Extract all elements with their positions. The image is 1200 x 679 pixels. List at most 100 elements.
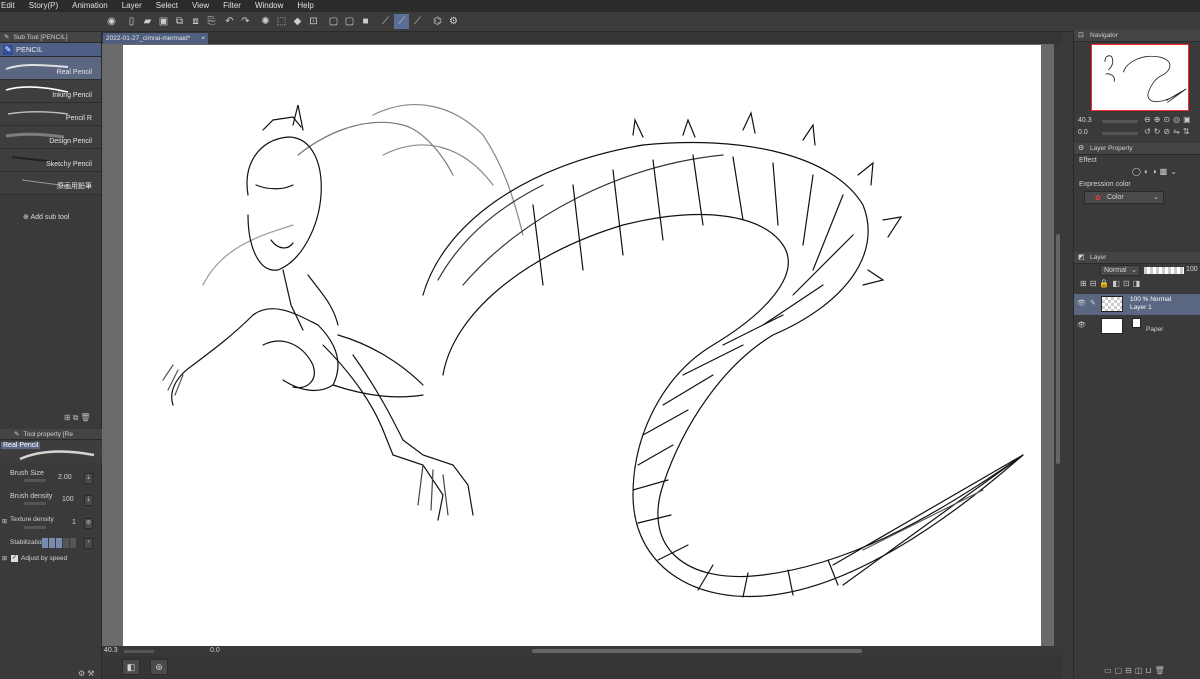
border-effect-icon[interactable]: ◯ bbox=[1132, 167, 1144, 176]
export-icon[interactable]: ⎘ bbox=[204, 14, 219, 29]
settings-icon[interactable]: ⚙ bbox=[446, 14, 461, 29]
reset-rotation-icon[interactable]: ⊘ bbox=[1163, 127, 1173, 136]
fit-icon[interactable]: ⊙ bbox=[1163, 115, 1173, 124]
more-effects-icon[interactable]: ⌄ bbox=[1170, 167, 1180, 176]
layer-row-layer1[interactable]: 👁 ✎ 100 % Normal Layer 1 bbox=[1074, 294, 1200, 315]
brush-item-inking-pencil[interactable]: Inking Pencil bbox=[0, 80, 101, 103]
zoom-value[interactable]: 40.3 bbox=[104, 647, 118, 654]
brush-size-value[interactable]: 2.00 bbox=[58, 474, 72, 481]
actual-size-icon[interactable]: ◎ bbox=[1173, 115, 1183, 124]
redo-icon[interactable]: ↷ bbox=[238, 14, 253, 29]
brush-item-pencil-r[interactable]: Pencil R bbox=[0, 103, 101, 126]
menu-filter[interactable]: Filter bbox=[216, 0, 248, 12]
fill-icon[interactable]: ◆ bbox=[290, 14, 305, 29]
brush-item-animation-pencil[interactable]: 原画用鉛筆 bbox=[0, 172, 101, 195]
zoom-in-icon[interactable]: ⊕ bbox=[1154, 115, 1164, 124]
brush-density-dropdown[interactable]: ⇣ bbox=[84, 495, 93, 506]
merge-icon[interactable]: ⊔ bbox=[1145, 666, 1154, 675]
eye-icon[interactable]: 👁 bbox=[1077, 299, 1086, 307]
lock-icon[interactable]: 🔒 bbox=[1099, 279, 1112, 288]
texture-density-expand[interactable]: ⊞ bbox=[2, 518, 7, 525]
layer-color-icon[interactable]: ◑ bbox=[1152, 167, 1160, 176]
canvas-paper[interactable] bbox=[123, 45, 1041, 646]
eye-icon[interactable]: 👁 bbox=[1077, 321, 1086, 329]
blend-mode-select[interactable]: Normal ⌄ bbox=[1100, 265, 1140, 276]
menu-window[interactable]: Window bbox=[248, 0, 290, 12]
new-mask-icon[interactable]: ◫ bbox=[1135, 666, 1146, 675]
stabilization-next[interactable]: › bbox=[84, 538, 93, 549]
texture-density-slider[interactable] bbox=[24, 526, 46, 529]
rotation-value[interactable]: 0.0 bbox=[210, 647, 220, 654]
nav-rotation-value[interactable]: 0.0 bbox=[1078, 129, 1088, 136]
transform-icon[interactable]: ⊡ bbox=[306, 14, 321, 29]
menu-animation[interactable]: Animation bbox=[65, 0, 115, 12]
layer-panel-toggle-icon[interactable]: ◧ bbox=[122, 659, 140, 675]
selection-icon-1[interactable]: ▢ bbox=[326, 14, 341, 29]
layer-row-paper[interactable]: 👁 Paper bbox=[1074, 316, 1200, 337]
brush-item-real-pencil[interactable]: Real Pencil bbox=[0, 57, 101, 80]
delete-layer-icon[interactable]: 🗑 bbox=[1155, 666, 1168, 675]
undo-icon[interactable]: ↶ bbox=[222, 14, 237, 29]
vertical-scrollbar[interactable] bbox=[1054, 44, 1062, 646]
zoom-out-icon[interactable]: ⊖ bbox=[1144, 115, 1154, 124]
brush-size-slider[interactable] bbox=[24, 479, 46, 482]
add-subtool-button[interactable]: ⊕ Add sub tool bbox=[23, 213, 69, 221]
texture-density-button[interactable]: ⊘ bbox=[84, 518, 93, 529]
new-folder-icon[interactable]: ⊟ bbox=[1125, 666, 1135, 675]
ruler-icon[interactable]: ⊡ bbox=[1123, 279, 1133, 288]
brush-density-value[interactable]: 100 bbox=[62, 496, 74, 503]
settings-icon[interactable]: ⚙ bbox=[78, 669, 85, 678]
adjust-speed-checkbox[interactable]: ✓ bbox=[11, 555, 18, 562]
menu-edit[interactable]: Edit bbox=[0, 0, 22, 12]
brush-size-dropdown[interactable]: ⇣ bbox=[84, 473, 93, 484]
flip-vertical-icon[interactable]: ⇅ bbox=[1183, 127, 1193, 136]
fit-window-icon[interactable]: ▣ bbox=[1183, 115, 1194, 124]
texture-density-value[interactable]: 1 bbox=[72, 519, 76, 526]
rotate-left-icon[interactable]: ↺ bbox=[1144, 127, 1154, 136]
close-icon[interactable]: × bbox=[201, 33, 205, 44]
grid-snap-icon[interactable]: ⟋ bbox=[410, 14, 425, 29]
special-ruler-snap-icon[interactable]: ⟋ bbox=[394, 14, 409, 29]
rotate-right-icon[interactable]: ↻ bbox=[1154, 127, 1164, 136]
clip-icon[interactable]: ⊞ bbox=[1080, 279, 1090, 288]
texture-icon[interactable]: ▩ bbox=[1160, 167, 1171, 176]
new-file-icon[interactable]: ▯ bbox=[124, 14, 139, 29]
mask-icon[interactable]: ◧ bbox=[1112, 279, 1123, 288]
flip-horizontal-icon[interactable]: ⇋ bbox=[1173, 127, 1183, 136]
copy-icon[interactable]: ⧉ bbox=[172, 14, 187, 29]
clear-icon[interactable]: ⬚ bbox=[274, 14, 289, 29]
open-file-icon[interactable]: ▰ bbox=[140, 14, 155, 29]
menu-story[interactable]: Story(P) bbox=[22, 0, 65, 12]
horizontal-scroll-thumb[interactable] bbox=[532, 649, 862, 653]
menu-select[interactable]: Select bbox=[149, 0, 185, 12]
app-icon[interactable]: ◉ bbox=[104, 14, 119, 29]
3d-icon[interactable]: ⌬ bbox=[430, 14, 445, 29]
new-subtool-icon[interactable]: ⊞ bbox=[64, 413, 73, 422]
stabilization-bar[interactable] bbox=[42, 538, 82, 548]
expression-color-select[interactable]: ✿ Color ⌄ bbox=[1084, 191, 1164, 204]
selection-icon-3[interactable]: ■ bbox=[358, 14, 373, 29]
selection-icon-2[interactable]: ▢ bbox=[342, 14, 357, 29]
menu-help[interactable]: Help bbox=[290, 0, 320, 12]
document-tab[interactable]: 2022-01-27_cimrai-mermaid* × bbox=[103, 33, 208, 44]
adjust-speed-expand[interactable]: ⊞ bbox=[2, 555, 7, 562]
menu-layer[interactable]: Layer bbox=[115, 0, 149, 12]
paste-icon[interactable]: ⧈ bbox=[188, 14, 203, 29]
menu-view[interactable]: View bbox=[185, 0, 216, 12]
wrench-icon[interactable]: ⚒ bbox=[87, 669, 94, 678]
new-raster-layer-icon[interactable]: ▭ bbox=[1104, 666, 1115, 675]
loading-icon[interactable]: ✺ bbox=[258, 14, 273, 29]
delete-subtool-icon[interactable]: 🗑 bbox=[80, 413, 92, 422]
vertical-scroll-thumb[interactable] bbox=[1056, 234, 1060, 464]
zoom-slider[interactable] bbox=[124, 650, 154, 653]
brush-density-slider[interactable] bbox=[24, 502, 46, 505]
brush-item-sketchy-pencil[interactable]: Sketchy Pencil bbox=[0, 149, 101, 172]
layer-color-icon[interactable]: ◨ bbox=[1133, 279, 1144, 288]
tone-icon[interactable]: ◐ bbox=[1144, 167, 1152, 176]
subtool-group-header[interactable]: ✎ PENCIL bbox=[0, 43, 101, 57]
new-vector-layer-icon[interactable]: ▢ bbox=[1115, 666, 1126, 675]
opacity-slider[interactable] bbox=[1144, 267, 1184, 274]
display-settings-icon[interactable]: ⊚ bbox=[150, 659, 168, 675]
canvas-viewport[interactable] bbox=[102, 44, 1054, 646]
nav-zoom-value[interactable]: 40.3 bbox=[1078, 117, 1092, 124]
